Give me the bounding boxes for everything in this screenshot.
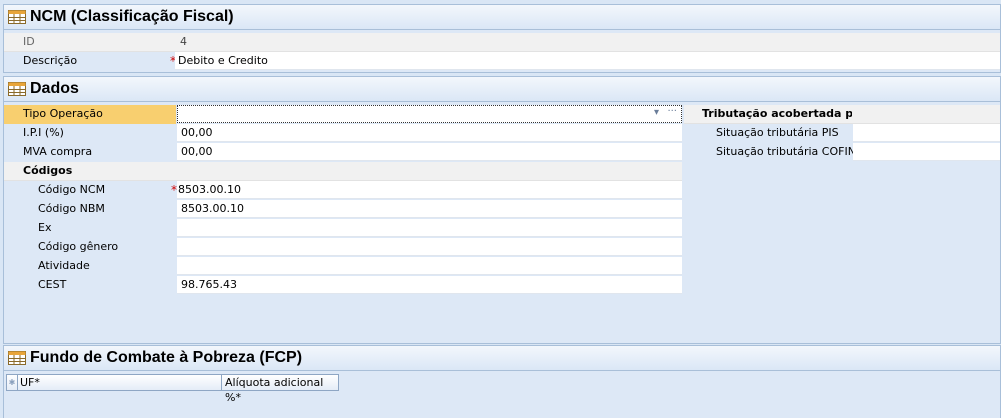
descricao-field[interactable]: Debito e Credito <box>175 52 1000 70</box>
cest-label: CEST <box>38 278 67 291</box>
fcp-title: Fundo de Combate à Pobreza (FCP) <box>30 349 303 366</box>
tipo-operacao-select[interactable]: ▾ ··· <box>177 105 682 123</box>
ncm-panel: NCM (Classificação Fiscal) ID 4 Descriçã… <box>3 4 1001 73</box>
codigo-genero-field[interactable] <box>177 238 682 256</box>
pis-field[interactable] <box>853 124 1000 142</box>
codigo-nbm-label: Código NBM <box>38 202 105 215</box>
ex-label: Ex <box>38 221 52 234</box>
cofins-label: Situação tributária COFINS <box>716 145 863 158</box>
codigos-group-row <box>4 162 682 181</box>
dados-title: Dados <box>30 80 79 97</box>
pis-label: Situação tributária PIS <box>716 126 839 139</box>
codigo-ncm-label: Código NCM <box>38 183 106 196</box>
tributacao-label: Tributação acobertada poi <box>702 107 852 120</box>
codigos-label: Códigos <box>23 164 73 177</box>
cofins-field[interactable] <box>853 143 1000 161</box>
codigo-nbm-field[interactable]: 8503.00.10 <box>177 200 682 218</box>
atividade-label: Atividade <box>38 259 90 272</box>
cest-field[interactable]: 98.765.43 <box>177 276 682 294</box>
fcp-panel: Fundo de Combate à Pobreza (FCP) ✱ UF* A… <box>3 345 1001 418</box>
dados-panel: Dados Tipo Operação ▾ ··· I.P.I (%) 00,0… <box>3 76 1001 344</box>
codigo-ncm-field[interactable]: 8503.00.10 <box>177 181 682 199</box>
row-indicator[interactable]: ✱ <box>7 375 18 390</box>
descricao-label: Descrição <box>23 54 78 67</box>
mva-field[interactable]: 00,00 <box>177 143 682 161</box>
id-value: 4 <box>180 35 187 48</box>
ncm-title: NCM (Classificação Fiscal) <box>30 8 234 25</box>
fcp-header: Fundo de Combate à Pobreza (FCP) <box>4 346 1000 371</box>
ncm-header: NCM (Classificação Fiscal) <box>4 5 1000 30</box>
column-header-uf[interactable]: UF* <box>18 375 222 390</box>
ex-field[interactable] <box>177 219 682 237</box>
tipo-operacao-label: Tipo Operação <box>23 107 103 120</box>
id-row <box>4 33 1000 52</box>
ipi-label: I.P.I (%) <box>23 126 64 139</box>
codigo-genero-label: Código gênero <box>38 240 119 253</box>
chevron-down-icon[interactable]: ▾ <box>654 107 659 118</box>
mva-label: MVA compra <box>23 145 93 158</box>
column-header-aliquota[interactable]: Alíquota adicional %* <box>222 375 338 404</box>
atividade-field[interactable] <box>177 257 682 275</box>
ipi-field[interactable]: 00,00 <box>177 124 682 142</box>
table-icon <box>8 351 26 365</box>
table-icon <box>8 82 26 96</box>
id-label: ID <box>23 35 35 48</box>
dados-header: Dados <box>4 77 1000 102</box>
table-icon <box>8 10 26 24</box>
ellipsis-button[interactable]: ··· <box>667 106 677 117</box>
fcp-grid-header: ✱ UF* Alíquota adicional %* <box>6 374 339 404</box>
